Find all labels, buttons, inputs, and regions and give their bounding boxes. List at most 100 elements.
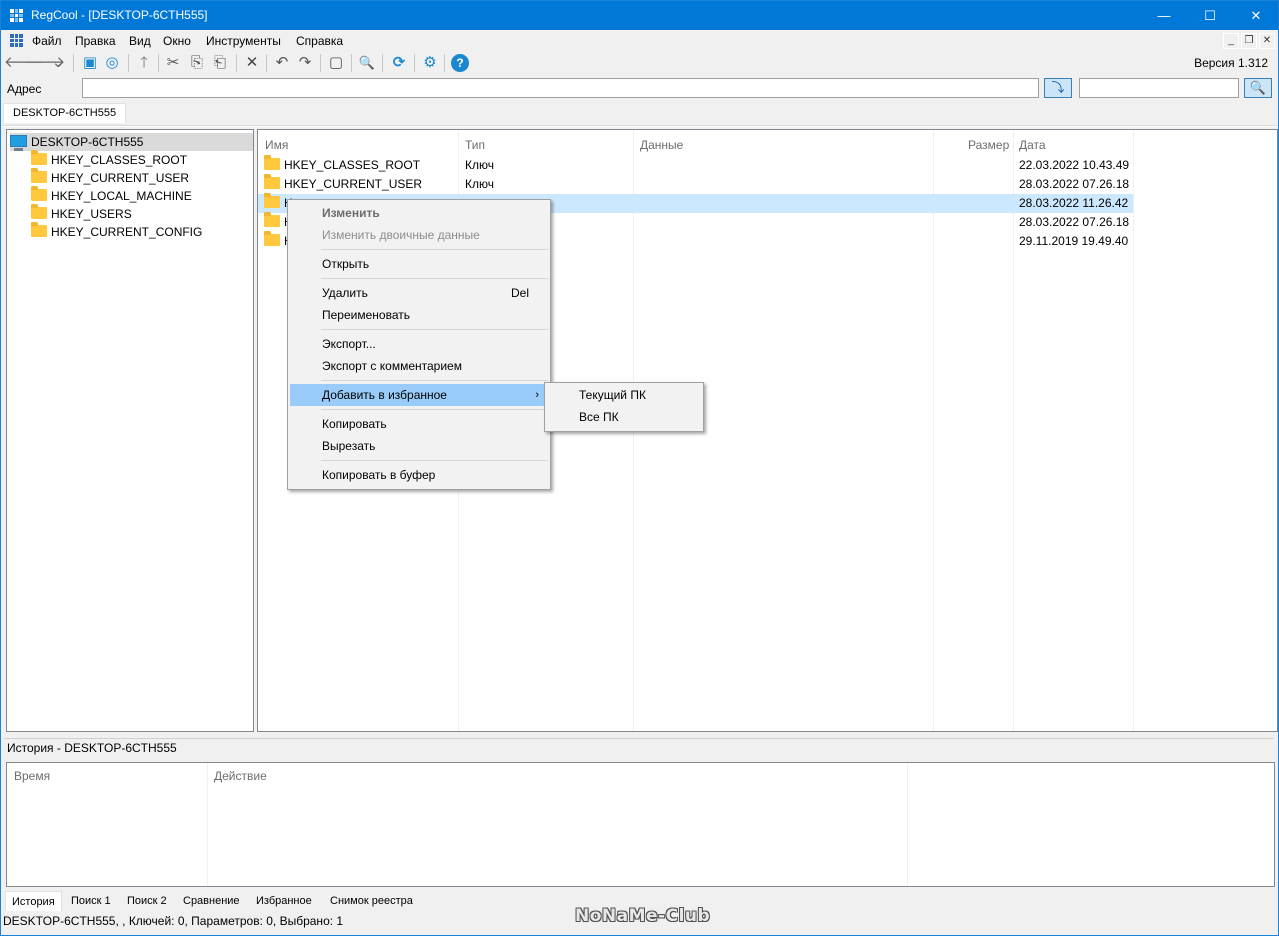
forward-arrow-icon[interactable]: 🡒 — [25, 53, 65, 73]
tab-divider — [1, 125, 1278, 127]
remote-computer-icon[interactable]: ◎ — [102, 53, 122, 73]
tab-history[interactable]: История — [5, 891, 62, 911]
menu-edit[interactable]: Правка — [75, 34, 116, 48]
close-button[interactable]: ✕ — [1233, 1, 1279, 30]
tree-root-label: DESKTOP-6CTH555 — [31, 135, 144, 149]
menu-item-export[interactable]: Экспорт... — [290, 333, 548, 355]
up-level-icon[interactable]: 🡑 — [134, 53, 154, 73]
list-row-date: 28.03.2022 07.26.18 — [1019, 215, 1130, 229]
column-header-type[interactable]: Тип — [465, 138, 485, 152]
folder-icon — [264, 212, 280, 227]
mdi-minimize-button[interactable]: _ — [1223, 33, 1239, 49]
menu-help[interactable]: Справка — [296, 34, 343, 48]
tab-search-1[interactable]: Поиск 1 — [65, 891, 117, 911]
column-header-date[interactable]: Дата — [1019, 138, 1046, 152]
column-header-data[interactable]: Данные — [640, 138, 683, 152]
tree-item[interactable]: HKEY_LOCAL_MACHINE — [31, 186, 192, 205]
paste-icon[interactable]: ⎗ — [210, 53, 230, 73]
folder-icon — [31, 222, 47, 237]
cut-icon[interactable]: ✂ — [163, 53, 183, 73]
tab-favorites[interactable]: Избранное — [250, 891, 318, 911]
menu-item-add-favorites-label: Добавить в избранное — [322, 388, 447, 402]
menu-item-add-favorites[interactable]: Добавить в избранное › — [290, 384, 548, 406]
column-header-size[interactable]: Размер — [968, 138, 1009, 152]
menu-item-edit[interactable]: Изменить — [290, 202, 548, 224]
menu-item-export-comment[interactable]: Экспорт с комментарием — [290, 355, 548, 377]
splitter[interactable] — [4, 738, 1274, 739]
window-title: RegCool - [DESKTOP-6CTH555] — [31, 8, 208, 22]
history-column-time[interactable]: Время — [14, 769, 50, 783]
tree-item[interactable]: HKEY_CURRENT_USER — [31, 168, 189, 187]
copy-icon[interactable]: ⎘ — [187, 53, 207, 73]
title-bar: RegCool - [DESKTOP-6CTH555] — ☐ ✕ — [1, 1, 1278, 30]
menu-bar: Файл Правка Вид Окно Инструменты Справка… — [1, 31, 1278, 51]
tree-root-computer[interactable]: DESKTOP-6CTH555 — [10, 133, 253, 151]
document-tab[interactable]: DESKTOP-6CTH555 — [3, 103, 127, 123]
registry-tree[interactable]: DESKTOP-6CTH555 HKEY_CLASSES_ROOT HKEY_C… — [6, 129, 254, 732]
back-arrow-icon[interactable]: 🡐 — [4, 53, 44, 73]
settings-gear-icon[interactable]: ⚙ — [420, 53, 440, 73]
list-row-date: 28.03.2022 07.26.18 — [1019, 177, 1130, 191]
go-button[interactable]: ⤵ — [1044, 78, 1072, 98]
tree-item[interactable]: HKEY_USERS — [31, 204, 132, 223]
history-list[interactable]: Время Действие — [6, 762, 1275, 887]
tree-item-label: HKEY_LOCAL_MACHINE — [51, 189, 192, 203]
tab-compare[interactable]: Сравнение — [177, 891, 246, 911]
search-icon: 🔍 — [1249, 80, 1267, 95]
search-button[interactable]: 🔍 — [1244, 78, 1272, 98]
maximize-button[interactable]: ☐ — [1187, 1, 1233, 30]
mdi-restore-button[interactable]: ❐ — [1241, 33, 1257, 49]
menu-item-open[interactable]: Открыть — [290, 253, 548, 275]
history-dropdown-icon[interactable]: ⌄ — [48, 53, 68, 73]
tree-item[interactable]: HKEY_CURRENT_CONFIG — [31, 222, 202, 241]
history-column-action[interactable]: Действие — [214, 769, 267, 783]
minimize-button[interactable]: — — [1141, 1, 1187, 30]
history-title: История - DESKTOP-6CTH555 — [7, 741, 177, 755]
submenu-item-all-pc[interactable]: Все ПК — [547, 406, 701, 428]
menu-item-cut[interactable]: Вырезать — [290, 435, 548, 457]
delete-icon[interactable]: ✕ — [242, 53, 262, 73]
tab-search-2[interactable]: Поиск 2 — [121, 891, 173, 911]
mdi-close-button[interactable]: ✕ — [1259, 33, 1275, 49]
folder-icon — [264, 155, 280, 170]
list-row[interactable]: HKEY_CLASSES_ROOT Ключ 22.03.2022 10.43.… — [258, 155, 1133, 175]
submenu-item-current-pc[interactable]: Текущий ПК — [547, 384, 701, 406]
menu-item-rename[interactable]: Переименовать — [290, 304, 548, 326]
folder-icon — [31, 150, 47, 165]
menu-item-delete-label: Удалить — [322, 286, 368, 300]
menu-item-copy[interactable]: Копировать — [290, 413, 548, 435]
submenu-arrow-icon: › — [535, 389, 539, 401]
tree-item[interactable]: HKEY_CLASSES_ROOT — [31, 150, 188, 169]
go-arrow-icon: ⤵ — [1051, 80, 1065, 95]
find-icon[interactable]: 🔍 — [357, 53, 377, 73]
new-key-icon[interactable]: ▢ — [326, 53, 346, 73]
menu-file[interactable]: Файл — [32, 34, 62, 48]
folder-icon — [31, 204, 47, 219]
folder-icon — [31, 168, 47, 183]
redo-icon[interactable]: ↷ — [295, 53, 315, 73]
computer-icon[interactable]: ▣ — [80, 53, 100, 73]
favorites-submenu: Текущий ПК Все ПК — [544, 382, 704, 432]
list-row-date: 29.11.2019 19.49.40 — [1019, 234, 1129, 248]
menu-window[interactable]: Окно — [163, 34, 191, 48]
menu-item-copy-clipboard[interactable]: Копировать в буфер — [290, 464, 548, 486]
list-row-date: 22.03.2022 10.43.49 — [1019, 158, 1130, 172]
search-input[interactable] — [1079, 78, 1239, 98]
watermark: NoNaMe-Club — [575, 906, 711, 926]
refresh-icon[interactable]: ⟳ — [389, 53, 409, 73]
menu-tools[interactable]: Инструменты — [206, 34, 281, 48]
list-row-name: HKEY_CURRENT_USER — [264, 174, 422, 194]
folder-icon — [31, 186, 47, 201]
menu-item-delete[interactable]: Удалить Del — [290, 282, 548, 304]
undo-icon[interactable]: ↶ — [272, 53, 292, 73]
mdi-child-icon[interactable] — [10, 34, 23, 47]
tree-item-label: HKEY_CLASSES_ROOT — [51, 153, 188, 167]
list-row[interactable]: HKEY_CURRENT_USER Ключ 28.03.2022 07.26.… — [258, 174, 1133, 194]
menu-view[interactable]: Вид — [129, 34, 151, 48]
help-icon[interactable]: ? — [451, 54, 469, 72]
tab-registry-snapshot[interactable]: Снимок реестра — [324, 891, 419, 911]
column-header-name[interactable]: Имя — [265, 138, 288, 152]
regcool-app-icon — [10, 9, 23, 22]
address-input[interactable] — [82, 78, 1039, 98]
folder-icon — [264, 174, 280, 189]
